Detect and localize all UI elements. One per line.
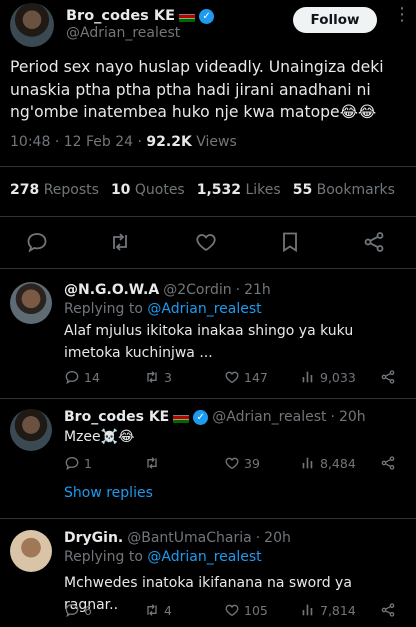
reply-reply-button[interactable]: 6 <box>64 602 92 618</box>
verified-badge-icon: ✓ <box>199 8 215 24</box>
reply-like-button[interactable]: 39 <box>224 455 260 471</box>
like-icon <box>225 604 239 617</box>
replying-to-link[interactable]: @Adrian_realest <box>147 549 261 565</box>
reply-repost-button[interactable]: 4 <box>144 602 172 618</box>
divider <box>0 268 416 269</box>
divider <box>0 166 416 167</box>
reply-reply-button[interactable]: 14 <box>64 369 100 385</box>
reply-time[interactable]: 20h <box>264 530 291 546</box>
reply-avatar[interactable] <box>10 530 52 572</box>
kenya-flag-icon <box>173 411 190 423</box>
reply-share-button[interactable] <box>380 602 396 618</box>
reply-views-button[interactable]: 7,814 <box>300 602 356 618</box>
reply-item[interactable]: DryGin. @BantUmaCharia · 20h Replying to… <box>0 530 416 627</box>
share-icon <box>381 370 395 384</box>
replying-to: Replying to @Adrian_realest <box>64 301 262 317</box>
reply-icon <box>65 370 79 385</box>
reply-avatar[interactable] <box>10 409 52 451</box>
reply-actions: 1 39 8,484 <box>64 455 406 473</box>
divider <box>0 398 416 399</box>
replying-to: Replying to @Adrian_realest <box>64 549 262 565</box>
separator-dot: · <box>255 530 261 546</box>
reply-share-button[interactable] <box>380 455 396 471</box>
replying-to-link[interactable]: @Adrian_realest <box>147 301 261 317</box>
tweet-actions <box>0 230 416 256</box>
author-handle[interactable]: @Adrian_realest <box>66 25 180 41</box>
reply-handle[interactable]: @BantUmaCharia <box>127 530 251 546</box>
reply-time[interactable]: 21h <box>244 282 271 298</box>
reposts-stat[interactable]: 278 Reposts <box>10 182 99 198</box>
reply-reply-button[interactable]: 1 <box>64 455 92 471</box>
reply-like-button[interactable]: 105 <box>224 602 268 618</box>
reply-author-row[interactable]: @N.G.O.W.A @2Cordin · 21h <box>64 282 271 298</box>
repost-icon <box>147 604 157 616</box>
reply-author-row[interactable]: DryGin. @BantUmaCharia · 20h <box>64 530 291 546</box>
show-replies-link[interactable]: Show replies <box>64 485 153 501</box>
reply-author-row[interactable]: Bro_codes KE ✓ @Adrian_realest · 20h <box>64 409 366 425</box>
reply-item[interactable]: @N.G.O.W.A @2Cordin · 21h Replying to @A… <box>0 282 416 392</box>
verified-badge-icon: ✓ <box>193 409 209 425</box>
tweet-meta: 10:48 · 12 Feb 24 · 92.2K Views <box>10 134 237 150</box>
reply-display-name[interactable]: DryGin. <box>64 530 123 546</box>
reply-actions: 6 4 105 7,814 <box>64 602 406 620</box>
separator-dot: · <box>235 282 241 298</box>
repost-icon <box>147 457 157 469</box>
divider <box>0 518 416 519</box>
views-count: 92.2K <box>146 134 192 150</box>
like-icon <box>225 457 239 470</box>
reply-item[interactable]: Bro_codes KE ✓ @Adrian_realest · 20h Mze… <box>0 409 416 509</box>
reply-views-button[interactable]: 8,484 <box>300 455 356 471</box>
reply-repost-button[interactable] <box>144 455 164 471</box>
views-label: Views <box>196 134 237 150</box>
divider <box>0 216 416 217</box>
follow-button[interactable]: Follow <box>293 7 377 33</box>
like-icon[interactable] <box>194 230 218 254</box>
reply-avatar[interactable] <box>10 282 52 324</box>
reply-text: Mzee☠️😂 <box>64 429 135 445</box>
tweet-time[interactable]: 10:48 <box>10 134 50 150</box>
author-display-name[interactable]: Bro_codes KE <box>66 8 175 24</box>
share-icon <box>381 456 395 470</box>
bookmark-icon[interactable] <box>278 230 302 254</box>
tweet-stats: 278 Reposts 10 Quotes 1,532 Likes 55 Boo… <box>10 182 395 198</box>
views-icon <box>302 371 313 383</box>
views-icon <box>302 604 313 616</box>
kenya-flag-icon <box>179 10 196 22</box>
share-icon <box>381 603 395 617</box>
reply-share-button[interactable] <box>380 369 396 385</box>
like-icon <box>225 371 239 384</box>
author-avatar[interactable] <box>10 3 54 47</box>
author-name-row[interactable]: Bro_codes KE ✓ <box>66 7 215 25</box>
main-tweet-header: Bro_codes KE ✓ @Adrian_realest Follow ⋮ <box>0 0 416 50</box>
reply-display-name[interactable]: @N.G.O.W.A <box>64 282 159 298</box>
reply-icon <box>65 603 79 618</box>
reply-repost-button[interactable]: 3 <box>144 369 172 385</box>
reply-actions: 14 3 147 9,033 <box>64 369 406 387</box>
repost-icon <box>147 371 157 383</box>
views-icon <box>302 457 313 469</box>
reply-icon[interactable] <box>25 230 49 254</box>
reply-like-button[interactable]: 147 <box>224 369 268 385</box>
bookmarks-stat[interactable]: 55 Bookmarks <box>293 182 395 198</box>
tweet-text: Period sex nayo huslap videadly. Unaingi… <box>10 58 384 121</box>
reply-text: Alaf mjulus ikitoka inakaa shingo ya kuk… <box>64 323 354 361</box>
separator-dot: · <box>330 409 335 425</box>
reply-views-button[interactable]: 9,033 <box>300 369 356 385</box>
quotes-stat[interactable]: 10 Quotes <box>111 182 185 198</box>
reply-time[interactable]: 20h <box>339 409 366 425</box>
reply-display-name[interactable]: Bro_codes KE <box>64 409 169 425</box>
share-icon[interactable] <box>362 230 386 254</box>
reply-handle[interactable]: @Adrian_realest <box>212 409 326 425</box>
tweet-date[interactable]: 12 Feb 24 <box>64 134 133 150</box>
reply-handle[interactable]: @2Cordin <box>163 282 231 298</box>
repost-icon[interactable] <box>108 230 132 254</box>
more-options-icon[interactable]: ⋮ <box>393 4 411 25</box>
likes-stat[interactable]: 1,532 Likes <box>197 182 281 198</box>
reply-icon <box>65 456 79 471</box>
